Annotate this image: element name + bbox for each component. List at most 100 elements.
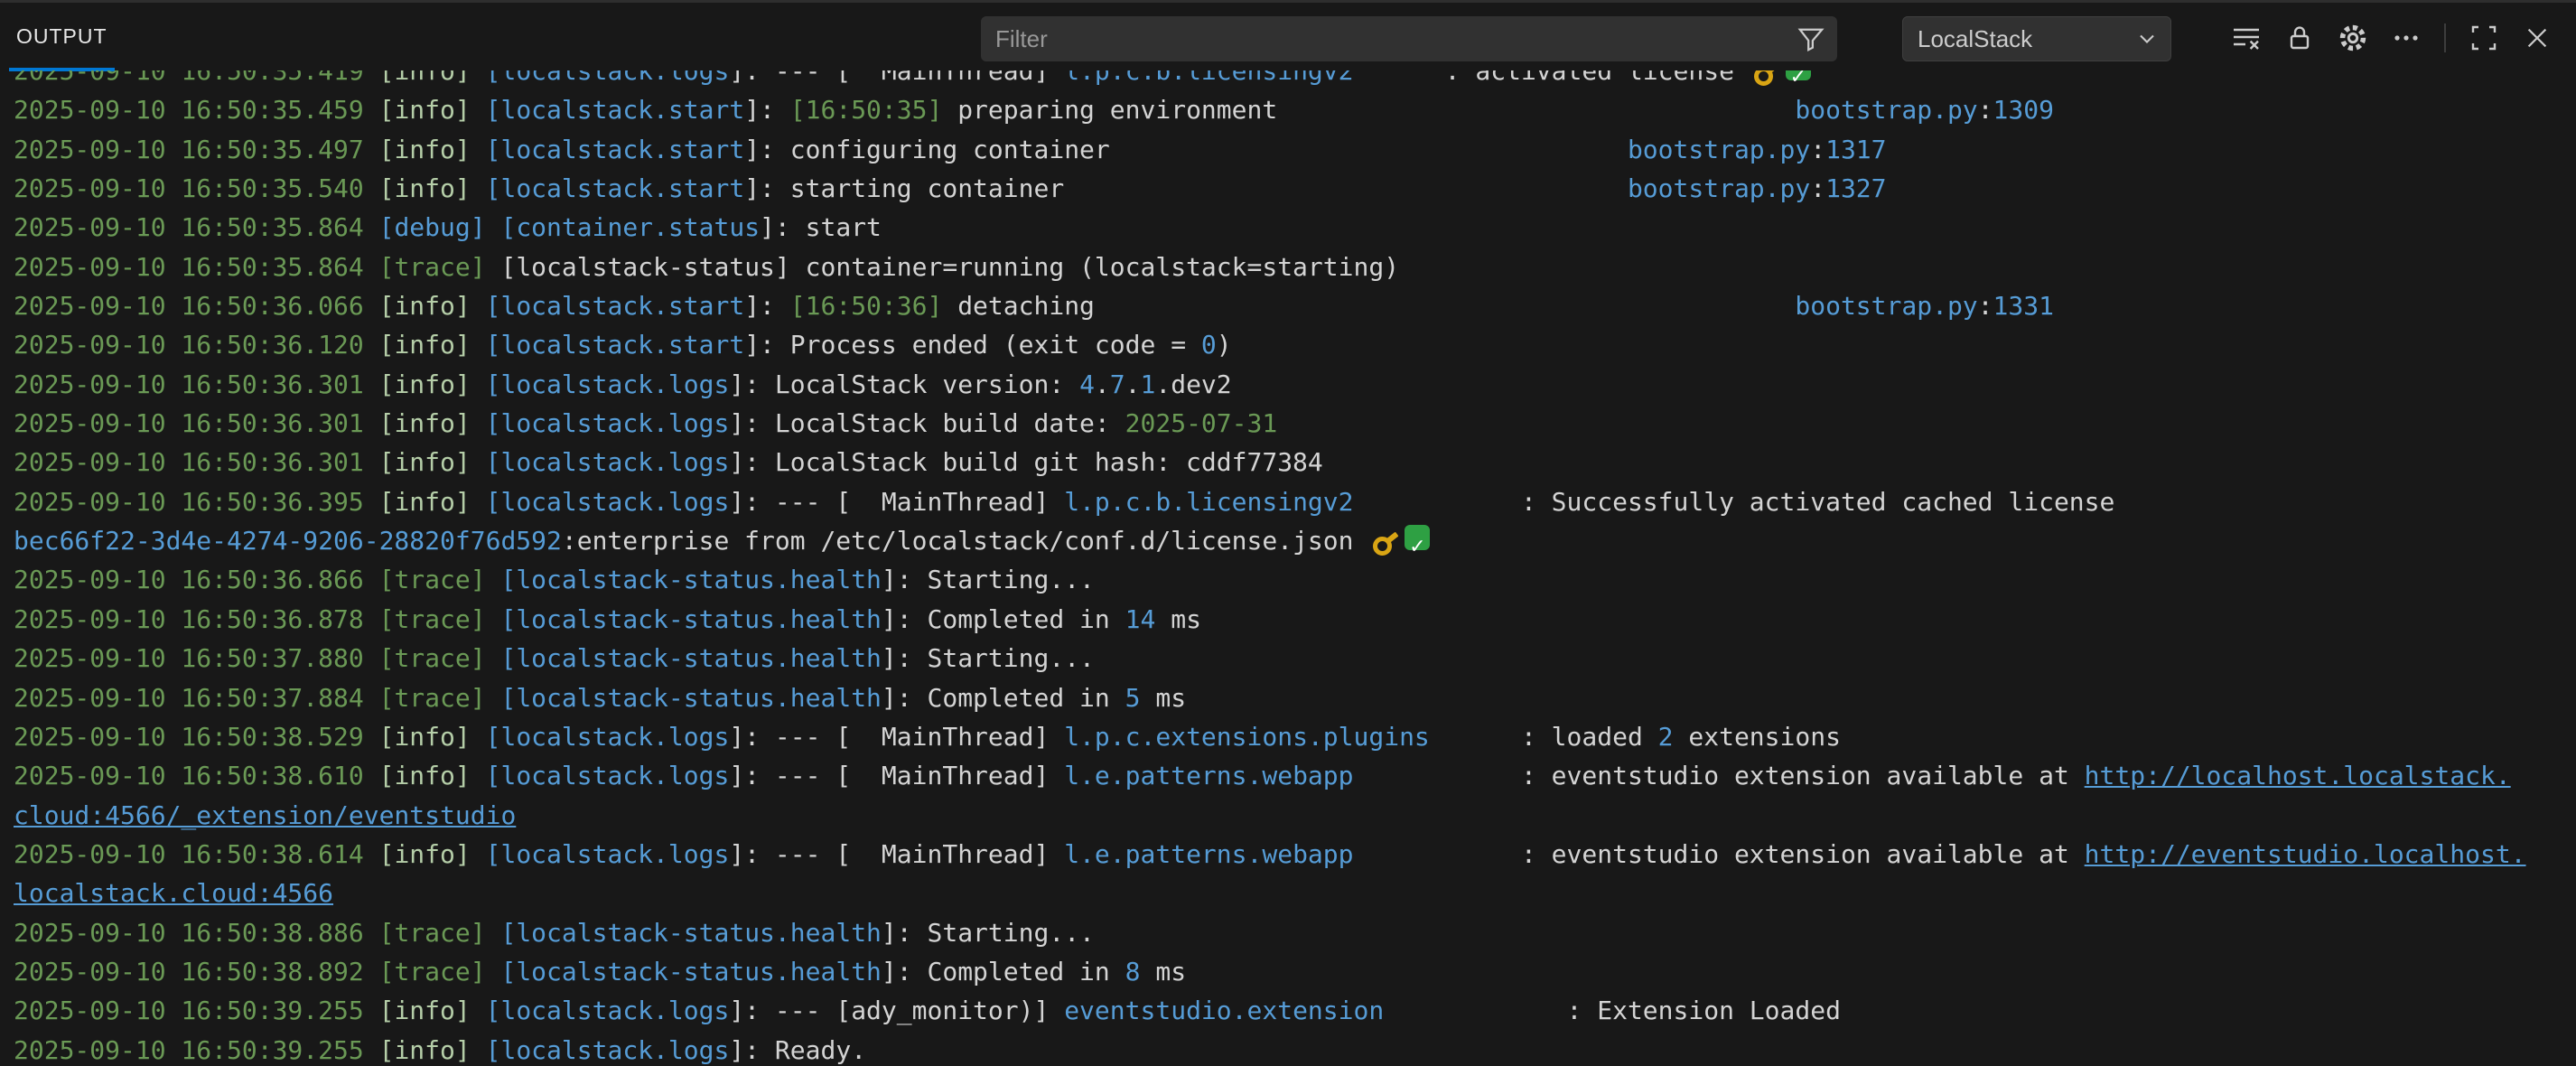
log-text <box>471 408 486 438</box>
log-text: --- [ MainThread] <box>775 487 1064 517</box>
log-text <box>486 565 501 594</box>
log-line: 2025-09-10 16:50:36.395 [info] [localsta… <box>14 482 2576 521</box>
log-output-area[interactable]: 2025-09-10 16:50:35.419 [info] [localsta… <box>0 70 2576 1066</box>
log-text: LocalStack build git hash: cddf77384 <box>775 447 1323 477</box>
log-text: 2025-07-31 <box>1125 408 1278 438</box>
log-text: 2025-09-10 16:50:35.864 <box>14 212 364 242</box>
clear-output-icon[interactable] <box>2231 23 2262 53</box>
log-text: 2025-09-10 16:50:36.301 <box>14 447 364 477</box>
log-line: bec66f22-3d4e-4274-9206-28820f76d592:ent… <box>14 521 2576 560</box>
log-text <box>1354 70 1445 86</box>
log-text: bootstrap.py <box>1795 291 1977 321</box>
log-text <box>471 291 486 321</box>
log-text: [container.status <box>500 212 760 242</box>
settings-gear-icon[interactable] <box>2338 23 2368 53</box>
log-text: ]: <box>744 95 790 125</box>
log-text: : <box>1810 173 1825 203</box>
check-emoji-icon <box>1786 70 1811 80</box>
log-text: ]: <box>744 135 790 164</box>
log-text: [localstack-status.health <box>500 643 881 673</box>
log-text <box>486 604 501 634</box>
log-text: : eventstudio extension available at <box>1521 839 2085 869</box>
log-text: 2025-09-10 16:50:37.880 <box>14 643 364 673</box>
log-line: 2025-09-10 16:50:39.255 [info] [localsta… <box>14 1031 2576 1066</box>
log-line: 2025-09-10 16:50:36.878 [trace] [localst… <box>14 600 2576 639</box>
log-text: [trace] <box>379 604 486 634</box>
log-text: : eventstudio extension available at <box>1521 761 2085 790</box>
log-link[interactable]: http://eventstudio.localhost. <box>2085 839 2526 869</box>
log-text: [debug] <box>379 212 486 242</box>
log-text: [localstack-status.health <box>500 683 881 713</box>
log-text: bootstrap.py <box>1628 135 1810 164</box>
log-text <box>471 761 486 790</box>
log-text <box>364 643 379 673</box>
log-text <box>1064 173 1628 203</box>
chevron-down-icon <box>2134 26 2160 51</box>
log-text <box>486 957 501 987</box>
log-text: [localstack.logs <box>486 487 730 517</box>
log-line: 2025-09-10 16:50:35.419 [info] [localsta… <box>14 70 2576 90</box>
log-line: 2025-09-10 16:50:36.301 [info] [localsta… <box>14 443 2576 482</box>
auto-scrolling-lock-icon[interactable] <box>2284 23 2315 53</box>
log-text: l.p.c.b.licensingv2 <box>1064 70 1353 86</box>
log-link[interactable]: localstack.cloud:4566 <box>14 878 333 908</box>
log-text: ms <box>1141 683 1187 713</box>
filter-funnel-icon[interactable] <box>1797 25 1825 52</box>
log-text <box>471 369 486 399</box>
log-text: 7 <box>1110 369 1125 399</box>
log-text: Starting... <box>927 643 1094 673</box>
log-text: ]: <box>882 683 928 713</box>
log-text: [localstack.start <box>486 173 745 203</box>
log-text: 1 <box>1141 369 1156 399</box>
log-text: [info] <box>379 173 471 203</box>
close-panel-icon[interactable] <box>2522 23 2553 53</box>
log-text <box>471 330 486 360</box>
log-text: [trace] <box>379 643 486 673</box>
log-text: : Successfully activated cached license <box>1521 487 2114 517</box>
log-text: --- [ MainThread] <box>775 839 1064 869</box>
log-text: [localstack.logs <box>486 996 730 1025</box>
log-line: 2025-09-10 16:50:38.892 [trace] [localst… <box>14 952 2576 991</box>
log-text: : <box>1810 135 1825 164</box>
log-line: 2025-09-10 16:50:38.886 [trace] [localst… <box>14 913 2576 952</box>
log-text: [info] <box>379 722 471 752</box>
more-actions-icon[interactable] <box>2391 23 2422 53</box>
filter-input[interactable] <box>981 25 1797 53</box>
log-text <box>1354 839 1521 869</box>
log-text: [info] <box>379 761 471 790</box>
log-line: cloud:4566/_extension/eventstudio <box>14 796 2576 835</box>
log-link[interactable]: cloud:4566/_extension/eventstudio <box>14 800 516 830</box>
log-text: ms <box>1155 604 1201 634</box>
log-text: 2025-09-10 16:50:36.878 <box>14 604 364 634</box>
log-text <box>364 447 379 477</box>
log-text: l.p.c.extensions.plugins <box>1064 722 1430 752</box>
tab-output[interactable]: OUTPUT <box>9 5 115 71</box>
log-text: [localstack.logs <box>486 369 730 399</box>
log-text: [info] <box>379 839 471 869</box>
log-text <box>364 408 379 438</box>
panel-title-bar: OUTPUT LocalStack <box>0 0 2576 70</box>
log-text: bootstrap.py <box>1795 95 1977 125</box>
log-text: detaching <box>942 291 1095 321</box>
log-text: [info] <box>379 95 471 125</box>
log-text: 2025-09-10 16:50:35.540 <box>14 173 364 203</box>
log-text: bec66f22-3d4e-4274-9206-28820f76d592 <box>14 526 562 556</box>
log-text <box>1354 761 1521 790</box>
tab-output-label: OUTPUT <box>16 24 107 49</box>
log-text: 2025-09-10 16:50:38.610 <box>14 761 364 790</box>
log-text: : Extension Loaded <box>1567 996 1841 1025</box>
log-text: extensions <box>1674 722 1841 752</box>
log-text <box>1277 95 1795 125</box>
log-line: 2025-09-10 16:50:38.529 [info] [localsta… <box>14 717 2576 756</box>
log-text: [info] <box>379 447 471 477</box>
channel-select[interactable]: LocalStack <box>1902 16 2171 61</box>
log-text: : activated license <box>1445 70 1750 86</box>
maximize-panel-icon[interactable] <box>2469 23 2499 53</box>
log-text: .dev2 <box>1155 369 1231 399</box>
log-text: [localstack-status.health <box>500 957 881 987</box>
log-text: ]: <box>729 447 775 477</box>
log-text <box>364 135 379 164</box>
log-link[interactable]: http://localhost.localstack. <box>2085 761 2511 790</box>
log-text <box>364 487 379 517</box>
log-text: [localstack.logs <box>486 761 730 790</box>
